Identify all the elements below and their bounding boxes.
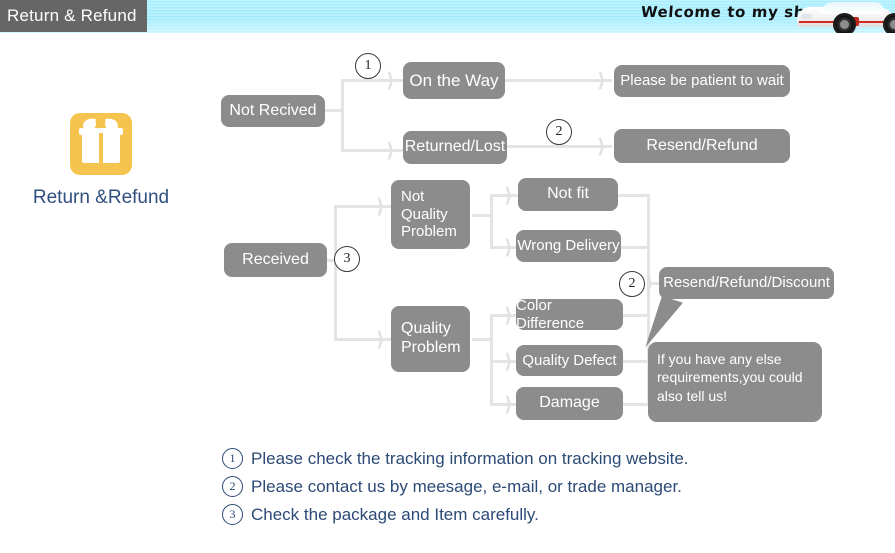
node-not-quality-problem-label: Not Quality Problem [401, 188, 457, 241]
marker-3-middle: 3 [334, 246, 360, 272]
node-resend-refund[interactable]: Resend/Refund [614, 129, 790, 163]
node-returned-lost[interactable]: Returned/Lost [403, 131, 507, 164]
node-color-difference[interactable]: Color Difference [516, 297, 623, 332]
node-not-fit[interactable]: Not fit [518, 178, 618, 211]
connector-nqp-vertical [490, 195, 493, 247]
node-quality-defect-label: Quality Defect [522, 351, 617, 369]
legend-item-text: Please check the tracking information on… [251, 448, 689, 468]
node-color-difference-label: Color Difference [516, 297, 585, 332]
arrow-to-returnedlost-icon: ⟩ [386, 138, 396, 162]
node-quality-defect[interactable]: Quality Defect [516, 345, 623, 376]
node-returned-lost-label: Returned/Lost [404, 138, 506, 156]
arrow-to-damage-icon: ⟩ [504, 392, 514, 416]
node-damage[interactable]: Damage [516, 387, 623, 420]
legend-number-icon: 1 [222, 448, 243, 469]
node-damage-label: Damage [539, 394, 600, 412]
arrow-to-notfit-icon: ⟩ [504, 183, 514, 207]
legend-number-icon: 2 [222, 476, 243, 497]
page-root: Return & Refund Welcome to my shop Retur… [0, 0, 895, 553]
connector-returnedlost-to-resend [504, 145, 612, 148]
node-not-received-label: Not Recived [229, 101, 317, 119]
connector-notfit-out [618, 194, 650, 197]
arrow-to-colordifference-icon: ⟩ [504, 303, 514, 327]
node-not-quality-problem[interactable]: Not Quality Problem [391, 180, 470, 249]
node-received[interactable]: Received [224, 243, 327, 277]
legend-item: 2 Please contact us by meesage, e-mail, … [222, 476, 762, 497]
node-received-label: Received [242, 250, 309, 268]
node-on-the-way-label: On the Way [409, 70, 499, 90]
arrow-to-pleasewait-icon: ⟩ [597, 68, 607, 92]
legend-item-text: Check the package and Item carefully. [251, 504, 539, 524]
arrow-to-ontheway-icon: ⟩ [386, 68, 396, 92]
connector-received-vertical [334, 206, 337, 339]
arrow-to-resendrefund-icon: ⟩ [597, 134, 607, 158]
speech-bubble: If you have any else requirements,you co… [648, 342, 822, 422]
node-resend-refund-label: Resend/Refund [646, 136, 758, 154]
node-on-the-way[interactable]: On the Way [403, 62, 505, 99]
connector-wrongdelivery-out [618, 246, 650, 249]
marker-2-top: 2 [546, 119, 572, 145]
arrow-to-notqualityproblem-icon: ⟩ [376, 194, 386, 218]
speech-bubble-text: If you have any else requirements,you co… [657, 351, 803, 404]
node-quality-problem[interactable]: Quality Problem [391, 306, 470, 372]
arrow-to-resendrefunddiscount-icon: ⟩ [645, 271, 655, 295]
legend: 1 Please check the tracking information … [222, 448, 762, 532]
legend-item: 3 Check the package and Item carefully. [222, 504, 762, 525]
node-quality-problem-label: Quality Problem [401, 320, 461, 356]
legend-item-text: Please contact us by meesage, e-mail, or… [251, 476, 682, 496]
node-not-received[interactable]: Not Recived [221, 95, 325, 127]
node-wrong-delivery[interactable]: Wrong Delivery [516, 230, 621, 262]
node-please-be-patient[interactable]: Please be patient to wait [614, 65, 790, 97]
legend-number-icon: 3 [222, 504, 243, 525]
arrow-to-qualityproblem-icon: ⟩ [376, 327, 386, 351]
arrow-to-qualitydefect-icon: ⟩ [504, 349, 514, 373]
connector-qp-trunk [472, 338, 492, 341]
legend-item: 1 Please check the tracking information … [222, 448, 762, 469]
node-not-fit-label: Not fit [547, 185, 589, 203]
marker-2-right: 2 [619, 271, 645, 297]
node-resend-refund-discount-label: Resend/Refund/Discount [663, 274, 830, 292]
node-wrong-delivery-label: Wrong Delivery [517, 237, 620, 255]
node-resend-refund-discount[interactable]: Resend/Refund/Discount [659, 267, 834, 299]
connector-ontheway-to-wait [504, 79, 612, 82]
connector-notreceived-vertical [341, 80, 344, 152]
connector-nqp-trunk [472, 214, 492, 217]
node-please-be-patient-label: Please be patient to wait [620, 72, 784, 90]
marker-1-top: 1 [355, 53, 381, 79]
arrow-to-wrongdelivery-icon: ⟩ [504, 235, 514, 259]
